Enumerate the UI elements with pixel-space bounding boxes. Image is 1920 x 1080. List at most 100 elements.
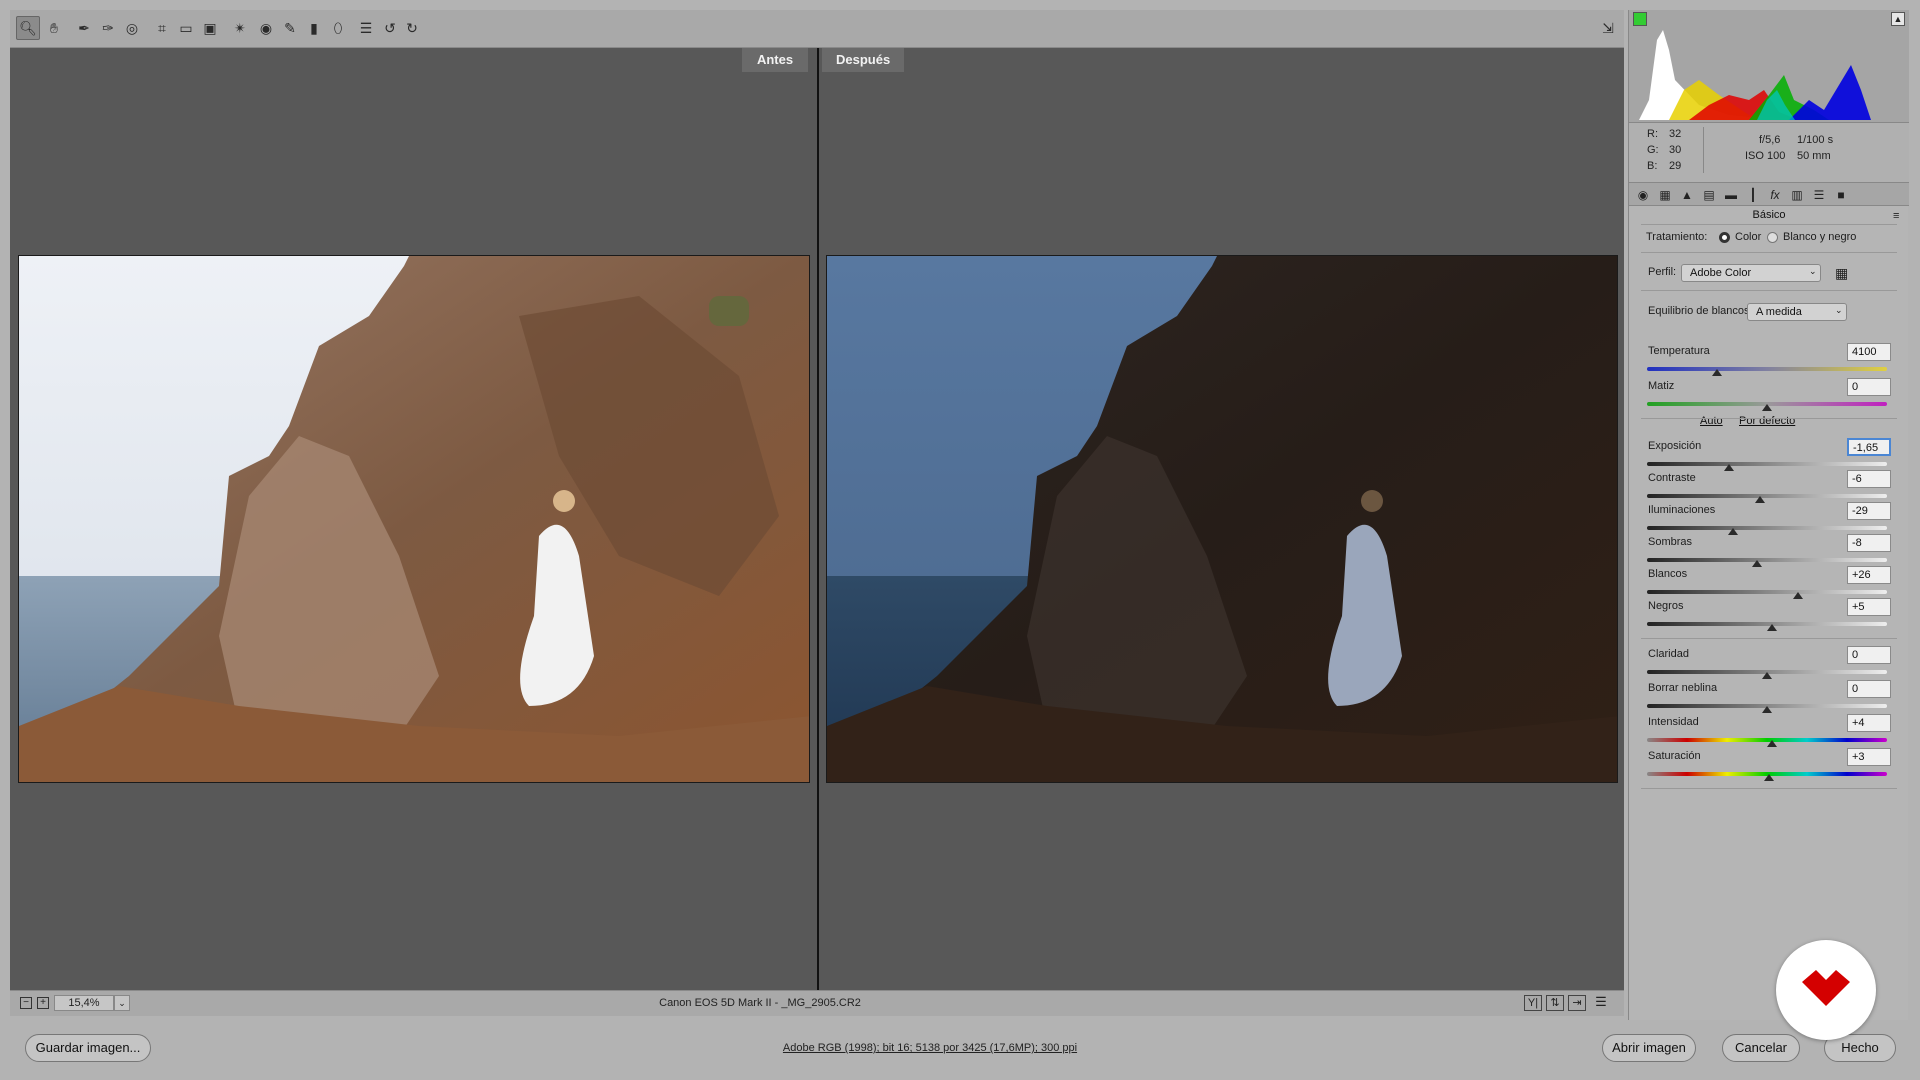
before-photo[interactable] (18, 255, 810, 783)
tab-basic-icon[interactable]: ◉ (1635, 187, 1651, 203)
save-image-button[interactable]: Guardar imagen... (25, 1034, 151, 1062)
preferences-icon[interactable]: ☰ (354, 16, 378, 40)
zoom-dropdown-icon[interactable]: ⌄ (114, 995, 130, 1011)
claridad-value-field[interactable]: 0 (1847, 646, 1891, 664)
zoom-in-icon[interactable]: + (37, 997, 49, 1009)
spot-removal-tool-icon[interactable]: ✴ (228, 16, 252, 40)
negros-value-field[interactable]: +5 (1847, 598, 1891, 616)
tab-snapshots-icon[interactable]: ■ (1833, 187, 1849, 203)
borrar-neblina-slider-thumb[interactable] (1762, 706, 1772, 713)
adjustments-panel: ▲ R: 32 G: 30 B: 29 f/5,6 1/100 s ISO 10… (1628, 10, 1909, 1020)
profile-browser-icon[interactable]: ▦ (1835, 266, 1848, 280)
before-after-divider (817, 48, 819, 990)
workflow-options-link[interactable]: Adobe RGB (1998); bit 16; 5138 por 3425 … (640, 1042, 1220, 1054)
view-settings-icon[interactable]: ☰ (1592, 995, 1610, 1011)
before-after-view-icon[interactable]: Y| (1524, 995, 1542, 1011)
sombras-slider[interactable] (1647, 558, 1887, 562)
intensidad-slider-thumb[interactable] (1767, 740, 1777, 747)
blancos-value-field[interactable]: +26 (1847, 566, 1891, 584)
matiz-slider-thumb[interactable] (1762, 404, 1772, 411)
tab-calibration-icon[interactable]: ▥ (1789, 187, 1805, 203)
open-image-button[interactable]: Abrir imagen (1602, 1034, 1696, 1062)
saturacion-slider-thumb[interactable] (1764, 774, 1774, 781)
white-balance-tool-icon[interactable]: ✒ (72, 16, 96, 40)
sombras-value-field[interactable]: -8 (1847, 534, 1891, 552)
straighten-tool-icon[interactable]: ▭ (174, 16, 198, 40)
borrar-neblina-label: Borrar neblina (1648, 682, 1718, 694)
white-balance-select[interactable]: A medida (1747, 303, 1847, 321)
separator (1641, 418, 1897, 419)
iluminaciones-slider[interactable] (1647, 526, 1887, 530)
histogram-graph (1639, 30, 1871, 120)
fullscreen-icon[interactable]: ⇲ (1596, 16, 1620, 40)
color-sampler-tool-icon[interactable]: ✑ (96, 16, 120, 40)
tab-split-toning-icon[interactable]: ▬ (1723, 187, 1739, 203)
targeted-adjustment-tool-icon[interactable]: ◎ (120, 16, 144, 40)
radial-filter-tool-icon[interactable]: ⬯ (326, 16, 350, 40)
tab-curve-icon[interactable]: ▦ (1657, 187, 1673, 203)
copy-settings-icon[interactable]: ⇥ (1568, 995, 1586, 1011)
contraste-value-field[interactable]: -6 (1847, 470, 1891, 488)
tab-presets-icon[interactable]: ☰ (1811, 187, 1827, 203)
swap-settings-icon[interactable]: ⇅ (1546, 995, 1564, 1011)
temperatura-value-field[interactable]: 4100 (1847, 343, 1891, 361)
matiz-value-field[interactable]: 0 (1847, 378, 1891, 396)
tab-lens-icon[interactable]: ┃ (1745, 187, 1761, 203)
borrar-neblina-value-field[interactable]: 0 (1847, 680, 1891, 698)
transform-tool-icon[interactable]: ▣ (198, 16, 222, 40)
exposicion-slider-thumb[interactable] (1724, 464, 1734, 471)
sombras-slider-thumb[interactable] (1752, 560, 1762, 567)
adjustment-brush-tool-icon[interactable]: ✎ (278, 16, 302, 40)
blancos-label: Blancos (1648, 568, 1688, 580)
claridad-slider-thumb[interactable] (1762, 672, 1772, 679)
zoom-level-field[interactable]: 15,4% (54, 995, 114, 1011)
graduated-filter-tool-icon[interactable]: ▮ (302, 16, 326, 40)
blancos-slider[interactable] (1647, 590, 1887, 594)
b-label: B: (1647, 160, 1658, 172)
intensidad-value-field[interactable]: +4 (1847, 714, 1891, 732)
hand-tool-icon[interactable]: ✋︎ (42, 16, 66, 40)
info-divider (1703, 127, 1704, 173)
iso: ISO 100 (1745, 150, 1786, 162)
r-value: 32 (1669, 128, 1682, 140)
exposicion-slider[interactable] (1647, 462, 1887, 466)
panel-menu-icon[interactable]: ≡ (1893, 210, 1899, 222)
after-photo[interactable] (826, 255, 1618, 783)
exposicion-value-field[interactable]: -1,65 (1847, 438, 1891, 456)
file-name: Canon EOS 5D Mark II - _MG_2905.CR2 (659, 997, 861, 1009)
tab-detail-icon[interactable]: ▲ (1679, 187, 1695, 203)
saturacion-value-field[interactable]: +3 (1847, 748, 1891, 766)
default-link[interactable]: Por defecto (1739, 415, 1795, 427)
preview-canvas[interactable]: Antes Después (10, 48, 1624, 990)
crop-tool-icon[interactable]: ⌗ (150, 16, 174, 40)
shutter-speed: 1/100 s (1797, 134, 1834, 146)
g-value: 30 (1669, 144, 1682, 156)
tab-effects-icon[interactable]: fx (1767, 187, 1783, 203)
after-label: Después (822, 48, 904, 72)
auto-link[interactable]: Auto (1700, 415, 1723, 427)
contraste-slider-thumb[interactable] (1755, 496, 1765, 503)
zoom-tool-icon[interactable]: 🔍︎ (16, 16, 40, 40)
negros-slider-thumb[interactable] (1767, 624, 1777, 631)
treatment-color-radio[interactable] (1719, 232, 1730, 243)
contraste-slider[interactable] (1647, 494, 1887, 498)
profile-select[interactable]: Adobe Color (1681, 264, 1821, 282)
iluminaciones-slider-thumb[interactable] (1728, 528, 1738, 535)
iluminaciones-value-field[interactable]: -29 (1847, 502, 1891, 520)
temperatura-label: Temperatura (1648, 345, 1710, 357)
blancos-slider-thumb[interactable] (1793, 592, 1803, 599)
status-bar: − + 15,4% ⌄ Canon EOS 5D Mark II - _MG_2… (10, 990, 1624, 1016)
zoom-out-icon[interactable]: − (20, 997, 32, 1009)
aperture: f/5,6 (1759, 134, 1781, 146)
sombras-label: Sombras (1648, 536, 1693, 548)
rotate-ccw-icon[interactable]: ↺ (378, 16, 402, 40)
info-area: R: 32 G: 30 B: 29 f/5,6 1/100 s ISO 100 … (1629, 122, 1909, 182)
rotate-cw-icon[interactable]: ↻ (400, 16, 424, 40)
red-eye-tool-icon[interactable]: ◉ (254, 16, 278, 40)
saturacion-label: Saturación (1648, 750, 1701, 762)
temperatura-slider[interactable] (1647, 367, 1887, 371)
treatment-bw-radio[interactable] (1767, 232, 1778, 243)
tab-hsl-icon[interactable]: ▤ (1701, 187, 1717, 203)
before-label: Antes (742, 48, 808, 72)
temperatura-slider-thumb[interactable] (1712, 369, 1722, 376)
